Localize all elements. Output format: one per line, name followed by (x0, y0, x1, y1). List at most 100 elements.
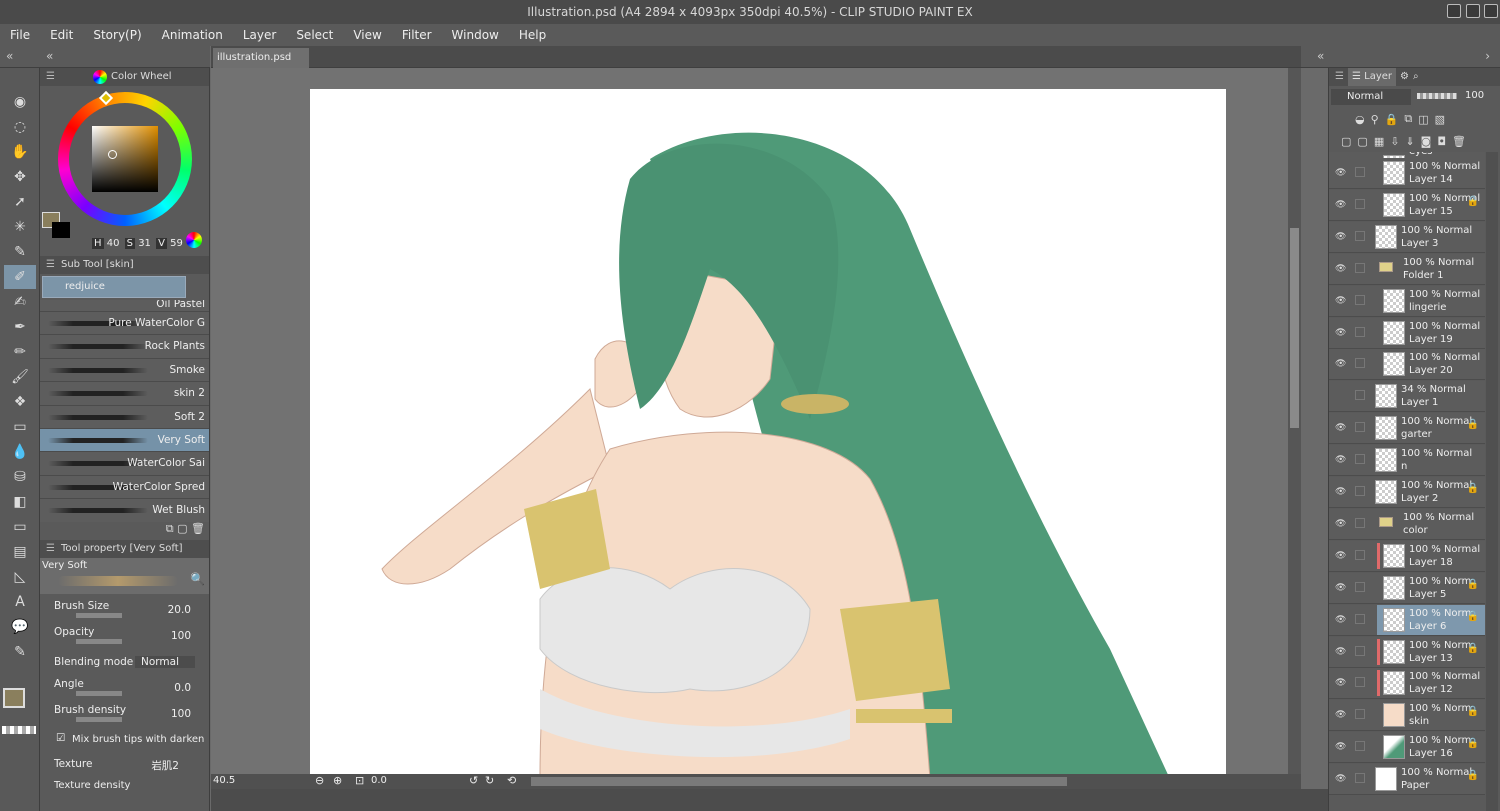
edit-target-checkbox[interactable] (1355, 645, 1365, 656)
layer-row[interactable]: 👁 100 % Normal garter 🔒 (1329, 413, 1485, 445)
document-tab[interactable]: illustration.psd ✖ (213, 48, 309, 83)
layer-row[interactable]: 👁 100 % Normal Layer 3 (1329, 221, 1485, 253)
edit-target-checkbox[interactable] (1355, 517, 1365, 528)
expand-right-icon[interactable]: › (1485, 49, 1490, 63)
edit-target-checkbox[interactable] (1355, 581, 1365, 592)
layer-cell[interactable]: 100 % Normal Layer 3 (1369, 222, 1485, 252)
layer-cell[interactable]: 100 % Norm Layer 5 🔒 (1377, 573, 1485, 603)
combine-down-icon[interactable]: ⇓ (1405, 135, 1414, 148)
color-wheel-tab-icon[interactable] (92, 70, 107, 84)
layer-opacity-value[interactable]: 100 (1465, 90, 1484, 101)
layer-cell[interactable]: 100 % Normal Layer 2 🔒 (1369, 477, 1485, 507)
edit-target-checkbox[interactable] (1355, 773, 1365, 784)
text-tool-icon[interactable]: A (4, 590, 36, 614)
brush-size-row[interactable]: Brush Size 20.0 (40, 598, 209, 624)
rotate-right-icon[interactable]: ↻ (485, 774, 494, 787)
layer-cell[interactable]: 100 % Norm Layer 16 🔒 (1377, 732, 1485, 762)
opacity-slider[interactable] (76, 639, 122, 644)
apply-mask-icon[interactable]: ◘ (1437, 135, 1446, 148)
transfer-down-icon[interactable]: ⇩ (1390, 135, 1399, 148)
airbrush-tool-icon[interactable]: ✐ (4, 265, 36, 289)
edit-target-checkbox[interactable] (1355, 262, 1365, 273)
vertical-scroll-thumb[interactable] (1290, 228, 1299, 428)
color-mode-icon[interactable] (186, 232, 202, 248)
edit-target-checkbox[interactable] (1355, 677, 1365, 688)
brush-item[interactable]: Rock Plants (40, 335, 209, 359)
menu-story[interactable]: Story(P) (83, 28, 151, 42)
visibility-eye-icon[interactable]: 👁 (1335, 647, 1347, 657)
panel-menu-icon[interactable]: ☰ (46, 256, 55, 274)
layer-cell[interactable]: 100 % Normal Folder 1 (1369, 254, 1485, 284)
edit-target-checkbox[interactable] (1355, 294, 1365, 305)
layer-row[interactable]: 👁 100 % Normal lingerie (1329, 285, 1485, 317)
menu-animation[interactable]: Animation (152, 28, 233, 42)
menu-select[interactable]: Select (286, 28, 343, 42)
collapse-right-icon[interactable]: « (1317, 49, 1324, 63)
visibility-eye-icon[interactable]: 👁 (1335, 487, 1347, 497)
visibility-eye-icon[interactable]: 👁 (1335, 328, 1347, 338)
layer-row[interactable]: 👁 100 % Norm Layer 6 🔒 (1329, 604, 1485, 636)
visibility-eye-icon[interactable]: 👁 (1335, 774, 1347, 784)
minimize-icon[interactable] (1447, 4, 1461, 18)
new-vector-layer-icon[interactable]: ▢ (1357, 135, 1367, 148)
texture-density-row[interactable]: Texture density (40, 780, 209, 792)
layer-cell[interactable]: 100 % Norm skin 🔒 (1377, 700, 1485, 730)
edit-target-checkbox[interactable] (1355, 198, 1365, 209)
canvas-area[interactable] (211, 68, 1301, 774)
layer-row[interactable]: 👁 100 % Normal color (1329, 508, 1485, 540)
collapse-panel-icon[interactable]: « (46, 49, 53, 63)
edit-target-checkbox[interactable] (1355, 326, 1365, 337)
layer-search-tab-icon[interactable]: ⌕ (1413, 68, 1419, 86)
pencil-tool-icon[interactable]: ✏ (4, 340, 36, 364)
panel-menu-icon[interactable]: ☰ (46, 68, 55, 86)
delete-subtool-icon[interactable]: 🗑 (191, 522, 205, 535)
new-subtool-icon[interactable]: ▢ (177, 522, 187, 535)
visibility-eye-icon[interactable]: 👁 (1335, 168, 1347, 178)
layer-row[interactable]: 👁 100 % Normal Layer 12 (1329, 668, 1485, 700)
menu-help[interactable]: Help (509, 28, 556, 42)
vertical-scrollbar[interactable] (1288, 68, 1301, 774)
visibility-eye-icon[interactable]: 👁 (1335, 678, 1347, 688)
visibility-eye-icon[interactable]: 👁 (1335, 296, 1347, 306)
brush-item[interactable]: Oil Pastel (40, 300, 209, 312)
eraser-tool-icon[interactable]: ▭ (4, 415, 36, 439)
brush-size-slider[interactable] (76, 613, 122, 618)
layer-row[interactable]: 👁 100 % Normal Paper 🔒 (1329, 764, 1485, 796)
zoom-readout[interactable]: 40.5 (213, 775, 235, 786)
opacity-row[interactable]: Opacity 100 (40, 624, 209, 650)
visibility-eye-icon[interactable]: 👁 (1335, 742, 1347, 752)
edit-target-checkbox[interactable] (1355, 741, 1365, 752)
clip-icon[interactable]: ◒ (1355, 113, 1365, 126)
color-wheel-tab[interactable]: Color Wheel (111, 68, 172, 86)
layer-row[interactable]: 34 % Normal Layer 1 (1329, 381, 1485, 413)
layer-cell[interactable]: 100 % Normal Layer 19 (1377, 318, 1485, 348)
layer-row[interactable]: 👁 100 % Norm Layer 5 🔒 (1329, 572, 1485, 604)
layer-cell[interactable]: 100 % Normal lingerie (1377, 286, 1485, 316)
edit-target-checkbox[interactable] (1355, 454, 1365, 465)
mix-brush-row[interactable]: ☑ Mix brush tips with darken (40, 728, 209, 754)
edit-target-checkbox[interactable] (1355, 422, 1365, 433)
blending-mode-row[interactable]: Blending mode Normal (40, 650, 209, 676)
visibility-eye-icon[interactable]: 👁 (1335, 264, 1347, 274)
layer-cell[interactable]: 100 % Norm Layer 13 🔒 (1377, 637, 1485, 667)
layer-color-icon[interactable]: ▧ (1435, 113, 1445, 126)
edit-target-checkbox[interactable] (1355, 167, 1365, 177)
edit-target-checkbox[interactable] (1355, 390, 1365, 401)
visibility-eye-icon[interactable]: 👁 (1335, 455, 1347, 465)
layer-cell[interactable]: 100 % Normal Layer 20 (1377, 349, 1485, 379)
layer-row[interactable]: 👁 100 % Normal Layer 19 (1329, 317, 1485, 349)
layer-row[interactable]: 👁 100 % Normal Layer 18 (1329, 540, 1485, 572)
layer-cell[interactable]: 100 % Normal Paper 🔒 (1369, 764, 1485, 794)
texture-row[interactable]: Texture 岩肌2 (40, 754, 209, 780)
layer-scrollbar[interactable] (1486, 152, 1498, 811)
density-slider[interactable] (76, 717, 122, 722)
rotate-left-icon[interactable]: ↺ (469, 774, 478, 787)
brush-item[interactable]: skin 2 (40, 382, 209, 406)
ref-layer-icon[interactable]: ⚲ (1371, 113, 1379, 126)
decoration-tool-icon[interactable]: ❖ (4, 390, 36, 414)
panel-menu-icon[interactable]: ☰ (1335, 68, 1344, 86)
hand-tool-icon[interactable]: ✋ (4, 140, 36, 164)
collapse-left-icon[interactable]: « (6, 49, 13, 63)
brush-item[interactable]: WaterColor Spred (40, 475, 209, 500)
brush-item[interactable]: Pure WaterColor G (40, 312, 209, 336)
